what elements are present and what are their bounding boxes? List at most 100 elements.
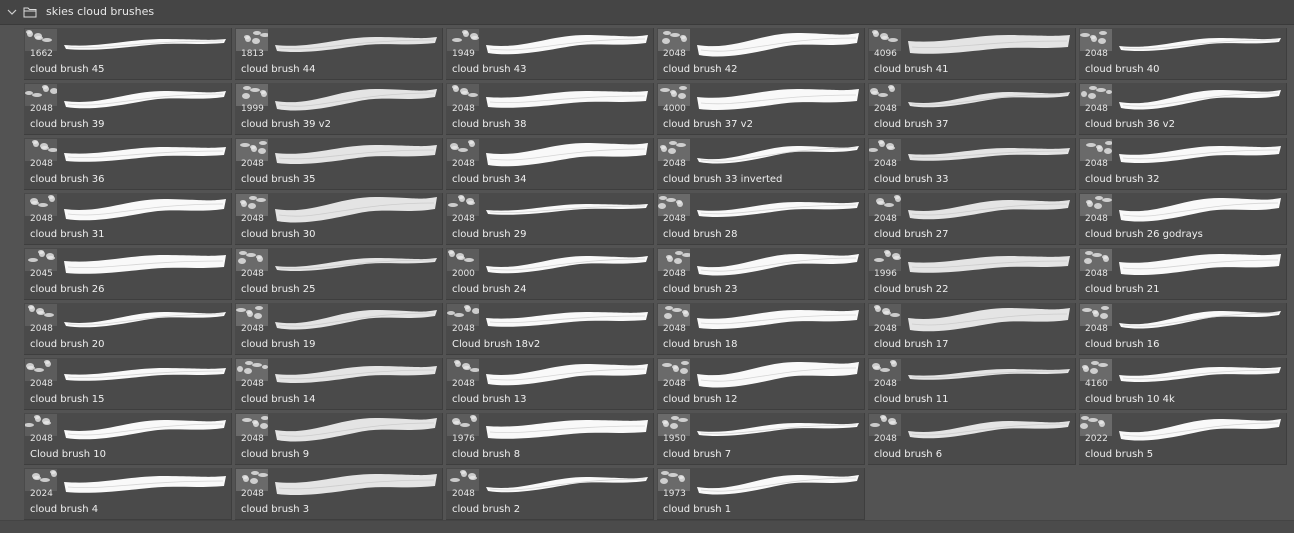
brush-stroke-preview xyxy=(275,36,437,53)
brush-size: 2000 xyxy=(452,269,475,279)
brush-tile[interactable]: 4160 cloud brush 10 4k xyxy=(1079,358,1287,410)
brush-tile[interactable]: 2048 cloud brush 29 xyxy=(446,193,654,245)
brush-tile[interactable]: 2048 cloud brush 9 xyxy=(235,413,443,465)
brush-tile[interactable]: 1949 cloud brush 43 xyxy=(446,28,654,80)
brush-stroke-preview xyxy=(697,474,859,495)
brush-tile[interactable]: 2048 Cloud brush 10 xyxy=(24,413,232,465)
brush-tile[interactable]: 2048 cloud brush 34 xyxy=(446,138,654,190)
brush-tile[interactable]: 2048 cloud brush 23 xyxy=(657,248,865,300)
brush-size: 2048 xyxy=(1085,49,1108,59)
brush-tile[interactable]: 2048 cloud brush 11 xyxy=(868,358,1076,410)
brush-name: cloud brush 37 xyxy=(874,119,949,130)
brush-size: 2048 xyxy=(874,159,897,169)
brush-tile[interactable]: 2048 cloud brush 14 xyxy=(235,358,443,410)
brush-thumbnail xyxy=(25,414,57,436)
brush-stroke-preview xyxy=(1119,253,1281,276)
brush-name: cloud brush 34 xyxy=(452,174,527,185)
brush-thumbnail xyxy=(447,29,479,51)
brush-size: 2048 xyxy=(241,379,264,389)
brush-thumbnail xyxy=(447,414,479,436)
brush-tile[interactable]: 2048 cloud brush 33 inverted xyxy=(657,138,865,190)
brush-tile[interactable]: 2048 cloud brush 13 xyxy=(446,358,654,410)
brush-thumbnail xyxy=(236,139,268,161)
brush-name: cloud brush 35 xyxy=(241,174,316,185)
brush-tile[interactable]: 2048 cloud brush 37 xyxy=(868,83,1076,135)
brush-tile[interactable]: 1813 cloud brush 44 xyxy=(235,28,443,80)
brush-tile[interactable]: 1973 cloud brush 1 xyxy=(657,468,865,520)
brush-tile[interactable]: 2048 cloud brush 26 godrays xyxy=(1079,193,1287,245)
brush-tile[interactable]: 1996 cloud brush 22 xyxy=(868,248,1076,300)
brush-tile[interactable]: 2048 cloud brush 38 xyxy=(446,83,654,135)
brush-size: 4160 xyxy=(1085,379,1108,389)
brush-stroke-preview xyxy=(908,307,1070,332)
brush-tile[interactable]: 2048 cloud brush 31 xyxy=(24,193,232,245)
brush-size: 2048 xyxy=(452,379,475,389)
brush-tile[interactable]: 2048 cloud brush 21 xyxy=(1079,248,1287,300)
brush-thumbnail xyxy=(658,469,690,491)
brush-size: 2048 xyxy=(663,269,686,279)
brush-tile[interactable]: 2048 cloud brush 35 xyxy=(235,138,443,190)
brush-tile[interactable]: 2048 cloud brush 27 xyxy=(868,193,1076,245)
brush-grid: 1662 cloud brush 45 1813 cloud brush 44 1949… xyxy=(24,28,1289,520)
brush-group-header[interactable]: skies cloud brushes xyxy=(0,0,1294,25)
brush-tile[interactable]: 2048 cloud brush 16 xyxy=(1079,303,1287,355)
brush-thumbnail xyxy=(447,359,479,381)
brush-size: 2048 xyxy=(241,489,264,499)
brush-name: cloud brush 20 xyxy=(30,339,105,350)
brush-name: cloud brush 45 xyxy=(30,64,105,75)
brush-tile[interactable]: 2048 Cloud brush 18v2 xyxy=(446,303,654,355)
brush-tile[interactable]: 2048 cloud brush 36 xyxy=(24,138,232,190)
brush-tile[interactable]: 2048 cloud brush 20 xyxy=(24,303,232,355)
brush-tile[interactable]: 2048 cloud brush 18 xyxy=(657,303,865,355)
brush-tile[interactable]: 2000 cloud brush 24 xyxy=(446,248,654,300)
brush-tile[interactable]: 2048 cloud brush 25 xyxy=(235,248,443,300)
brush-thumbnail xyxy=(658,29,690,51)
brush-tile[interactable]: 2048 cloud brush 40 xyxy=(1079,28,1287,80)
brush-thumbnail xyxy=(25,249,57,271)
brush-tile[interactable]: 2048 cloud brush 6 xyxy=(868,413,1076,465)
brush-name: cloud brush 1 xyxy=(663,504,732,515)
brush-thumbnail xyxy=(236,414,268,436)
brush-size: 2048 xyxy=(30,159,53,169)
chevron-down-icon[interactable] xyxy=(6,6,18,18)
brush-tile[interactable]: 2048 cloud brush 28 xyxy=(657,193,865,245)
brush-thumbnail xyxy=(236,304,268,326)
brush-name: cloud brush 27 xyxy=(874,229,949,240)
brush-size: 1999 xyxy=(241,104,264,114)
brush-size: 1973 xyxy=(663,489,686,499)
brush-tile[interactable]: 2048 cloud brush 3 xyxy=(235,468,443,520)
brush-size: 2048 xyxy=(30,214,53,224)
brush-tile[interactable]: 2022 cloud brush 5 xyxy=(1079,413,1287,465)
brush-thumbnail xyxy=(658,249,690,271)
brush-tile[interactable]: 4000 cloud brush 37 v2 xyxy=(657,83,865,135)
brush-stroke-preview xyxy=(486,255,648,274)
brush-tile[interactable]: 2048 cloud brush 12 xyxy=(657,358,865,410)
brush-thumbnail xyxy=(869,304,901,326)
brush-tile[interactable]: 2048 cloud brush 30 xyxy=(235,193,443,245)
brush-thumbnail xyxy=(236,29,268,51)
brush-tile[interactable]: 2048 cloud brush 17 xyxy=(868,303,1076,355)
brush-tile[interactable]: 2048 cloud brush 2 xyxy=(446,468,654,520)
brush-tile[interactable]: 2048 cloud brush 42 xyxy=(657,28,865,80)
brush-name: cloud brush 39 xyxy=(30,119,105,130)
brush-tile[interactable]: 1950 cloud brush 7 xyxy=(657,413,865,465)
brush-tile[interactable]: 2048 cloud brush 32 xyxy=(1079,138,1287,190)
brush-thumbnail xyxy=(25,469,57,491)
brush-tile[interactable]: 2048 cloud brush 33 xyxy=(868,138,1076,190)
brush-tile[interactable]: 2048 cloud brush 19 xyxy=(235,303,443,355)
brush-tile[interactable]: 2048 cloud brush 36 v2 xyxy=(1079,83,1287,135)
brush-thumbnail xyxy=(1080,29,1112,51)
brush-stroke-preview xyxy=(486,419,648,439)
brush-tile[interactable]: 2048 cloud brush 39 xyxy=(24,83,232,135)
panel-footer xyxy=(0,520,1294,533)
brush-tile[interactable]: 1662 cloud brush 45 xyxy=(24,28,232,80)
brush-tile[interactable]: 1999 cloud brush 39 v2 xyxy=(235,83,443,135)
brush-tile[interactable]: 4096 cloud brush 41 xyxy=(868,28,1076,80)
brush-stroke-preview xyxy=(486,363,648,386)
brush-tile[interactable]: 2045 cloud brush 26 xyxy=(24,248,232,300)
brush-tile[interactable]: 2048 cloud brush 15 xyxy=(24,358,232,410)
brush-thumbnail xyxy=(658,359,690,381)
brush-tile[interactable]: 2024 cloud brush 4 xyxy=(24,468,232,520)
brush-stroke-preview xyxy=(908,368,1070,380)
brush-tile[interactable]: 1976 cloud brush 8 xyxy=(446,413,654,465)
